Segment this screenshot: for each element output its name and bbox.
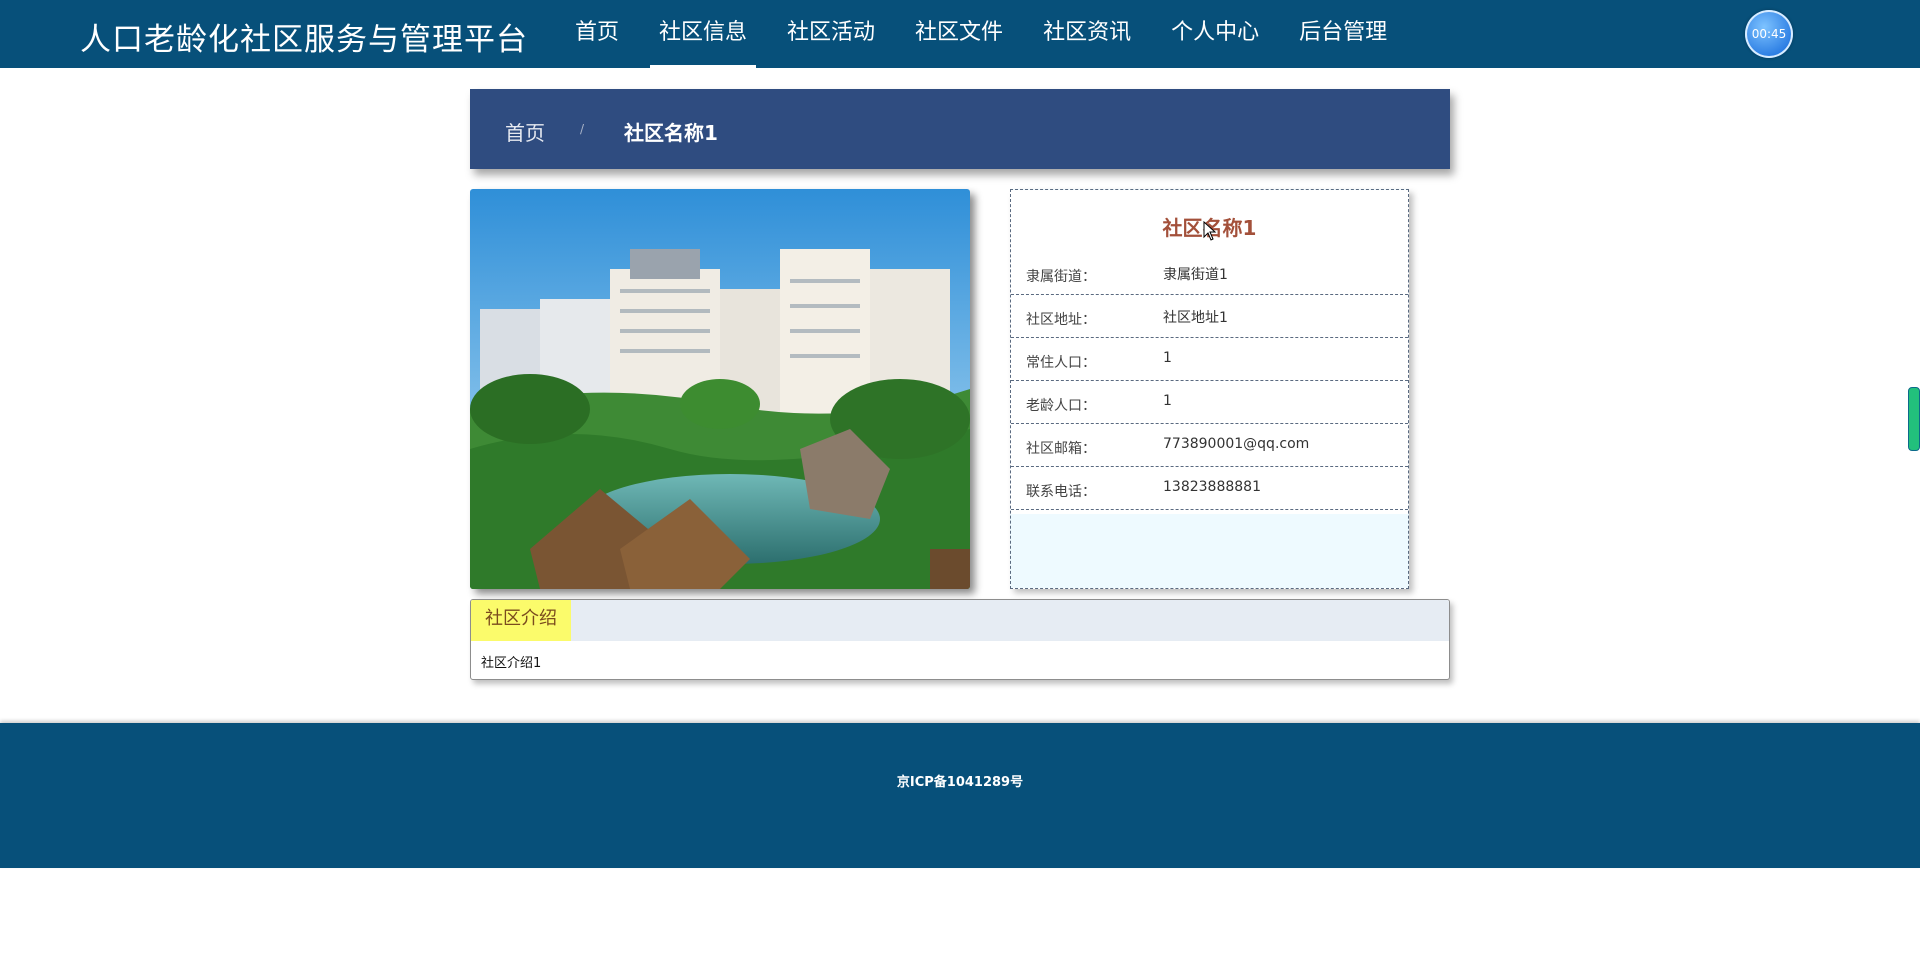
info-label: 社区邮箱： [1026, 441, 1096, 457]
info-row-elderly-population: 老龄人口： 1 [1011, 381, 1408, 424]
info-value: 隶属街道1 [1163, 267, 1228, 283]
community-intro-card: 社区介绍 社区介绍1 [470, 599, 1450, 680]
info-row-resident-population: 常住人口： 1 [1011, 338, 1408, 381]
nav-community-info[interactable]: 社区信息 [650, 0, 757, 68]
intro-content: 社区介绍1 [481, 656, 542, 671]
footer: 京ICP备1041289号 [0, 723, 1920, 868]
info-row-email: 社区邮箱： 773890001@qq.com [1011, 424, 1408, 467]
intro-header: 社区介绍 [471, 600, 1449, 641]
timer-badge: 00:45 [1745, 10, 1793, 58]
info-row-phone: 联系电话： 13823888881 [1011, 467, 1408, 510]
nav-personal-center[interactable]: 个人中心 [1162, 0, 1268, 68]
community-info-panel: 社区名称1 隶属街道： 隶属街道1 社区地址： 社区地址1 常住人口： 1 老龄… [1010, 189, 1409, 589]
side-scroll-handle[interactable] [1908, 387, 1920, 451]
nav-community-activities[interactable]: 社区活动 [778, 0, 884, 68]
site-title[interactable]: 人口老龄化社区服务与管理平台 [80, 14, 528, 59]
info-value: 社区地址1 [1163, 310, 1228, 326]
main-nav: 首页 社区信息 社区活动 社区文件 社区资讯 个人中心 后台管理 [566, 0, 1418, 68]
info-value: 1 [1163, 350, 1172, 366]
breadcrumb: 首页 / 社区名称1 [470, 89, 1450, 169]
intro-tab[interactable]: 社区介绍 [471, 600, 571, 641]
info-value: 773890001@qq.com [1163, 436, 1310, 452]
breadcrumb-separator: / [580, 122, 585, 136]
info-label: 社区地址： [1026, 312, 1096, 328]
breadcrumb-current: 社区名称1 [624, 121, 718, 145]
nav-home[interactable]: 首页 [566, 0, 628, 68]
info-label: 常住人口： [1026, 355, 1096, 371]
info-label: 老龄人口： [1026, 398, 1096, 414]
nav-community-files[interactable]: 社区文件 [906, 0, 1012, 68]
nav-community-news[interactable]: 社区资讯 [1034, 0, 1140, 68]
community-photo [470, 189, 970, 589]
info-label: 隶属街道： [1026, 269, 1096, 285]
info-value: 1 [1163, 393, 1172, 409]
info-value: 13823888881 [1163, 479, 1261, 495]
breadcrumb-home-link[interactable]: 首页 [505, 117, 545, 146]
info-row-address: 社区地址： 社区地址1 [1011, 295, 1408, 338]
nav-admin[interactable]: 后台管理 [1290, 0, 1396, 68]
info-label: 联系电话： [1026, 484, 1096, 500]
top-navbar: 人口老龄化社区服务与管理平台 首页 社区信息 社区活动 社区文件 社区资讯 个人… [0, 0, 1920, 68]
icp-record: 京ICP备1041289号 [896, 775, 1024, 790]
community-garden-photo-icon [470, 189, 970, 589]
info-row-street: 隶属街道： 隶属街道1 [1011, 252, 1408, 295]
